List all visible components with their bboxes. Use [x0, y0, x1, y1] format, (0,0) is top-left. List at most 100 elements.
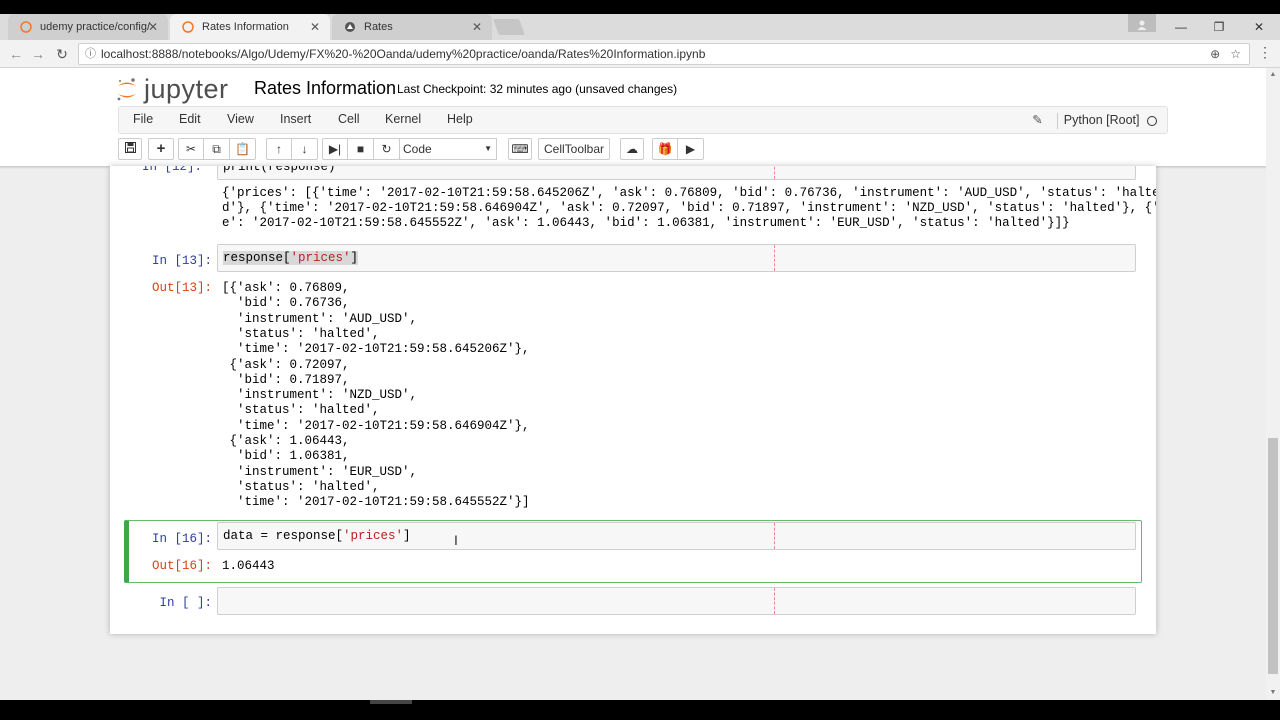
empty-cell-input[interactable]: [217, 587, 1136, 615]
line-ruler: [774, 245, 775, 271]
notebook-menubar: File Edit View Insert Cell Kernel Help ✎…: [118, 106, 1168, 134]
taskbar-item[interactable]: [370, 700, 412, 704]
empty-cell-prompt: In [ ]:: [159, 596, 212, 610]
cell-13-output-line: {'ask': 0.72097,: [222, 357, 350, 372]
line-ruler: [774, 523, 775, 549]
jupyter-logo-icon: [116, 77, 138, 101]
cell-12-output-line3: e': '2017-02-10T21:59:58.645552Z', 'ask'…: [222, 216, 1070, 230]
line-ruler: [774, 588, 775, 614]
cell-13-output-line: 'status': 'halted',: [222, 403, 380, 418]
move-down-button[interactable]: ↓: [292, 138, 318, 160]
page-viewport: jupyter Rates Information Last Checkpoin…: [0, 68, 1266, 700]
scroll-up-icon[interactable]: ▲: [1266, 68, 1280, 82]
cell-13-input[interactable]: response['prices']: [217, 244, 1136, 272]
browser-tab-config[interactable]: udemy practice/config/ ✕: [8, 14, 168, 40]
run-button[interactable]: ▶|: [322, 138, 348, 160]
cell-13-output-line: 'status': 'halted',: [222, 479, 380, 494]
screen: udemy practice/config/ ✕ Rates Informati…: [0, 0, 1280, 720]
cloud-upload-icon: ☁: [626, 142, 638, 156]
cell-13-output-line: 'bid': 1.06381,: [222, 449, 350, 464]
cell-16-input[interactable]: data = response['prices']: [217, 522, 1136, 550]
browser-toolbar: ← → ↻ ⓘ localhost:8888/notebooks/Algo/Ud…: [0, 40, 1280, 68]
move-up-button[interactable]: ↑: [266, 138, 292, 160]
user-profile-icon[interactable]: [1128, 14, 1156, 32]
cell-12-output-line2: d'}, {'time': '2017-02-10T21:59:58.64690…: [222, 201, 1156, 215]
back-arrow-icon[interactable]: ←: [6, 44, 26, 64]
cell-13-in-prompt: In [13]:: [151, 254, 212, 268]
cloud-upload-button[interactable]: ☁: [620, 138, 644, 160]
cell-12-code: print(response): [223, 166, 336, 174]
menu-file[interactable]: File: [133, 112, 153, 126]
cell-type-value: Code: [403, 142, 432, 156]
info-icon[interactable]: ⓘ: [85, 44, 96, 64]
cell-13-output-line: 'time': '2017-02-10T21:59:58.645206Z'},: [222, 342, 530, 357]
cell-13-output-line: 'time': '2017-02-10T21:59:58.646904Z'},: [222, 418, 530, 433]
cell-13-output-line: 'instrument': 'AUD_USD',: [222, 311, 418, 326]
close-icon[interactable]: ✕: [472, 20, 482, 34]
keyboard-icon: ⌨: [511, 142, 529, 156]
cell-16-code: data = response['prices']: [223, 529, 411, 543]
scroll-down-icon[interactable]: ▼: [1266, 686, 1280, 700]
zoom-icon[interactable]: ⊕: [1210, 47, 1220, 61]
cell-12-output-line1: {'prices': [{'time': '2017-02-10T21:59:5…: [222, 186, 1156, 200]
present-button[interactable]: ▶: [678, 138, 704, 160]
cell-13-code: response['prices']: [223, 251, 359, 265]
browser-tab-rates-information[interactable]: Rates Information ✕: [170, 14, 330, 40]
gift-button[interactable]: 🎁: [652, 138, 678, 160]
gift-icon: 🎁: [657, 142, 673, 156]
cell-13-out-prompt: Out[13]:: [151, 281, 212, 295]
close-icon[interactable]: ✕: [310, 20, 320, 34]
cut-button[interactable]: ✂: [178, 138, 204, 160]
jupyter-logo[interactable]: jupyter: [116, 72, 229, 106]
paste-button[interactable]: 📋: [230, 138, 256, 160]
reload-icon[interactable]: ↻: [52, 44, 72, 64]
browser-tab-rates[interactable]: Rates ✕: [332, 14, 492, 40]
restart-button[interactable]: ↻: [374, 138, 400, 160]
close-icon[interactable]: ✕: [148, 20, 158, 34]
insert-cell-button[interactable]: +: [148, 138, 174, 160]
line-ruler: [774, 166, 775, 179]
cell-13-output-line: [{'ask': 0.76809,: [222, 281, 350, 295]
menu-edit[interactable]: Edit: [179, 112, 201, 126]
restore-icon[interactable]: ❐: [1200, 14, 1238, 40]
pencil-icon[interactable]: ✎: [1032, 113, 1042, 127]
notebook-title[interactable]: Rates Information: [254, 78, 396, 99]
text-cursor-icon: I: [454, 532, 458, 548]
play-icon: ▶: [685, 142, 696, 156]
save-button[interactable]: [118, 138, 142, 160]
kernel-name: Python [Root]: [1063, 113, 1140, 127]
kernel-idle-icon: [1147, 115, 1157, 126]
menu-kernel[interactable]: Kernel: [385, 112, 421, 126]
cell-type-select[interactable]: Code ▼: [399, 138, 497, 160]
window-close-icon[interactable]: ✕: [1240, 14, 1278, 40]
cell-13-output-line: 'instrument': 'EUR_USD',: [222, 464, 418, 479]
address-bar[interactable]: ⓘ localhost:8888/notebooks/Algo/Udemy/FX…: [78, 43, 1250, 65]
oanda-icon: [344, 21, 356, 33]
scrollbar-thumb[interactable]: [1268, 438, 1278, 674]
star-icon[interactable]: ☆: [1230, 47, 1241, 61]
tab-label: Rates Information: [202, 21, 289, 33]
browser-menu-icon[interactable]: ⋮: [1258, 44, 1272, 61]
cell-13-output-line: {'ask': 1.06443,: [222, 434, 350, 448]
command-palette-button[interactable]: ⌨: [508, 138, 532, 160]
scissors-icon: ✂: [185, 142, 197, 156]
arrow-up-icon: ↑: [276, 142, 282, 156]
browser-tabstrip: udemy practice/config/ ✕ Rates Informati…: [0, 14, 1280, 40]
cell-12-input[interactable]: print(response): [217, 166, 1136, 180]
celltoolbar-button[interactable]: CellToolbar: [538, 138, 610, 160]
menu-insert[interactable]: Insert: [280, 112, 311, 126]
copy-button[interactable]: ⧉: [204, 138, 230, 160]
menu-view[interactable]: View: [227, 112, 254, 126]
forward-arrow-icon[interactable]: →: [28, 44, 48, 64]
notebook-toolbar: + ✂ ⧉ 📋 ↑ ↓ ▶| ■ ↻ Code ▼ ⌨ CellToolbar …: [118, 138, 1168, 162]
interrupt-button[interactable]: ■: [348, 138, 374, 160]
menu-cell[interactable]: Cell: [338, 112, 360, 126]
jupyter-icon: [20, 21, 32, 33]
new-tab-button[interactable]: [493, 19, 525, 35]
page-scrollbar[interactable]: ▲ ▼: [1266, 68, 1280, 700]
tab-label: Rates: [364, 21, 393, 33]
minimize-icon[interactable]: —: [1162, 14, 1200, 40]
menu-help[interactable]: Help: [447, 112, 473, 126]
caret-down-icon: ▼: [484, 144, 492, 153]
cell-13-output-line: 'status': 'halted',: [222, 326, 380, 341]
